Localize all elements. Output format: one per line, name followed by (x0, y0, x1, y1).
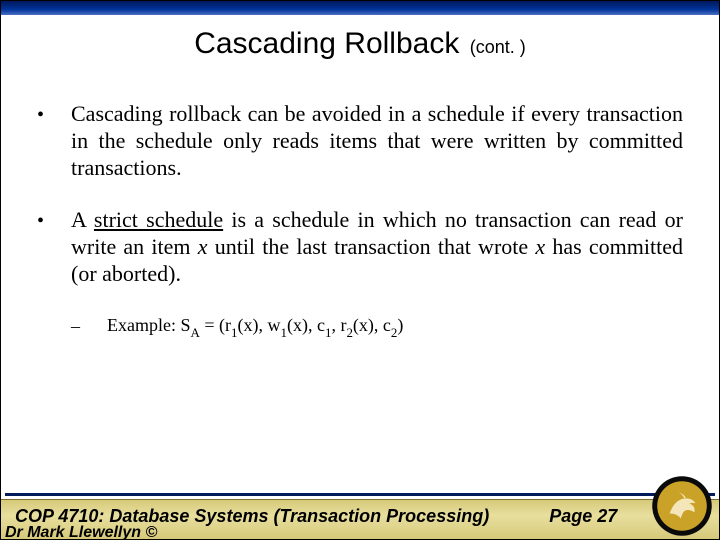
text-span: (x), c (287, 315, 325, 335)
ucf-pegasus-logo-icon (651, 475, 713, 537)
text-span: (x), w (237, 315, 280, 335)
bullet-text: Cascading rollback can be avoided in a s… (71, 101, 683, 181)
text-span: (x), c (353, 315, 391, 335)
slide-content: • Cascading rollback can be avoided in a… (37, 101, 683, 340)
italic-var: x (535, 234, 545, 259)
slide-title: Cascading Rollback (cont. ) (1, 27, 719, 61)
title-main: Cascading Rollback (194, 27, 459, 60)
bullet-item: • Cascading rollback can be avoided in a… (37, 101, 683, 181)
author-credit: Dr Mark Llewellyn © (5, 525, 157, 540)
underlined-term: strict schedule (94, 207, 223, 232)
top-accent-bar (1, 1, 719, 15)
text-span: A (71, 207, 94, 232)
text-span: , r (331, 315, 346, 335)
bullet-item: • A strict schedule is a schedule in whi… (37, 207, 683, 287)
subscript: 2 (391, 325, 397, 340)
text-span: ) (397, 315, 403, 335)
example-label: Example: S (107, 315, 191, 335)
subscript: 1 (280, 325, 286, 340)
sub-bullet-item: – Example: SA = (r1(x), w1(x), c1, r2(x)… (71, 314, 683, 340)
subscript: 1 (231, 325, 237, 340)
bullet-marker: • (37, 207, 71, 287)
sub-bullet-marker: – (71, 314, 107, 340)
page-number: Page 27 (549, 506, 617, 527)
title-cont: (cont. ) (470, 37, 526, 57)
subscript: 2 (346, 325, 352, 340)
text-span: until the last transaction that wrote (207, 234, 535, 259)
example-text: Example: SA = (r1(x), w1(x), c1, r2(x), … (107, 314, 683, 340)
bullet-text: A strict schedule is a schedule in which… (71, 207, 683, 287)
subscript: 1 (325, 325, 331, 340)
footer-divider (5, 493, 715, 496)
bullet-marker: • (37, 101, 71, 181)
subscript: A (191, 325, 200, 340)
text-span: = (r (200, 315, 231, 335)
slide: Cascading Rollback (cont. ) • Cascading … (0, 0, 720, 540)
